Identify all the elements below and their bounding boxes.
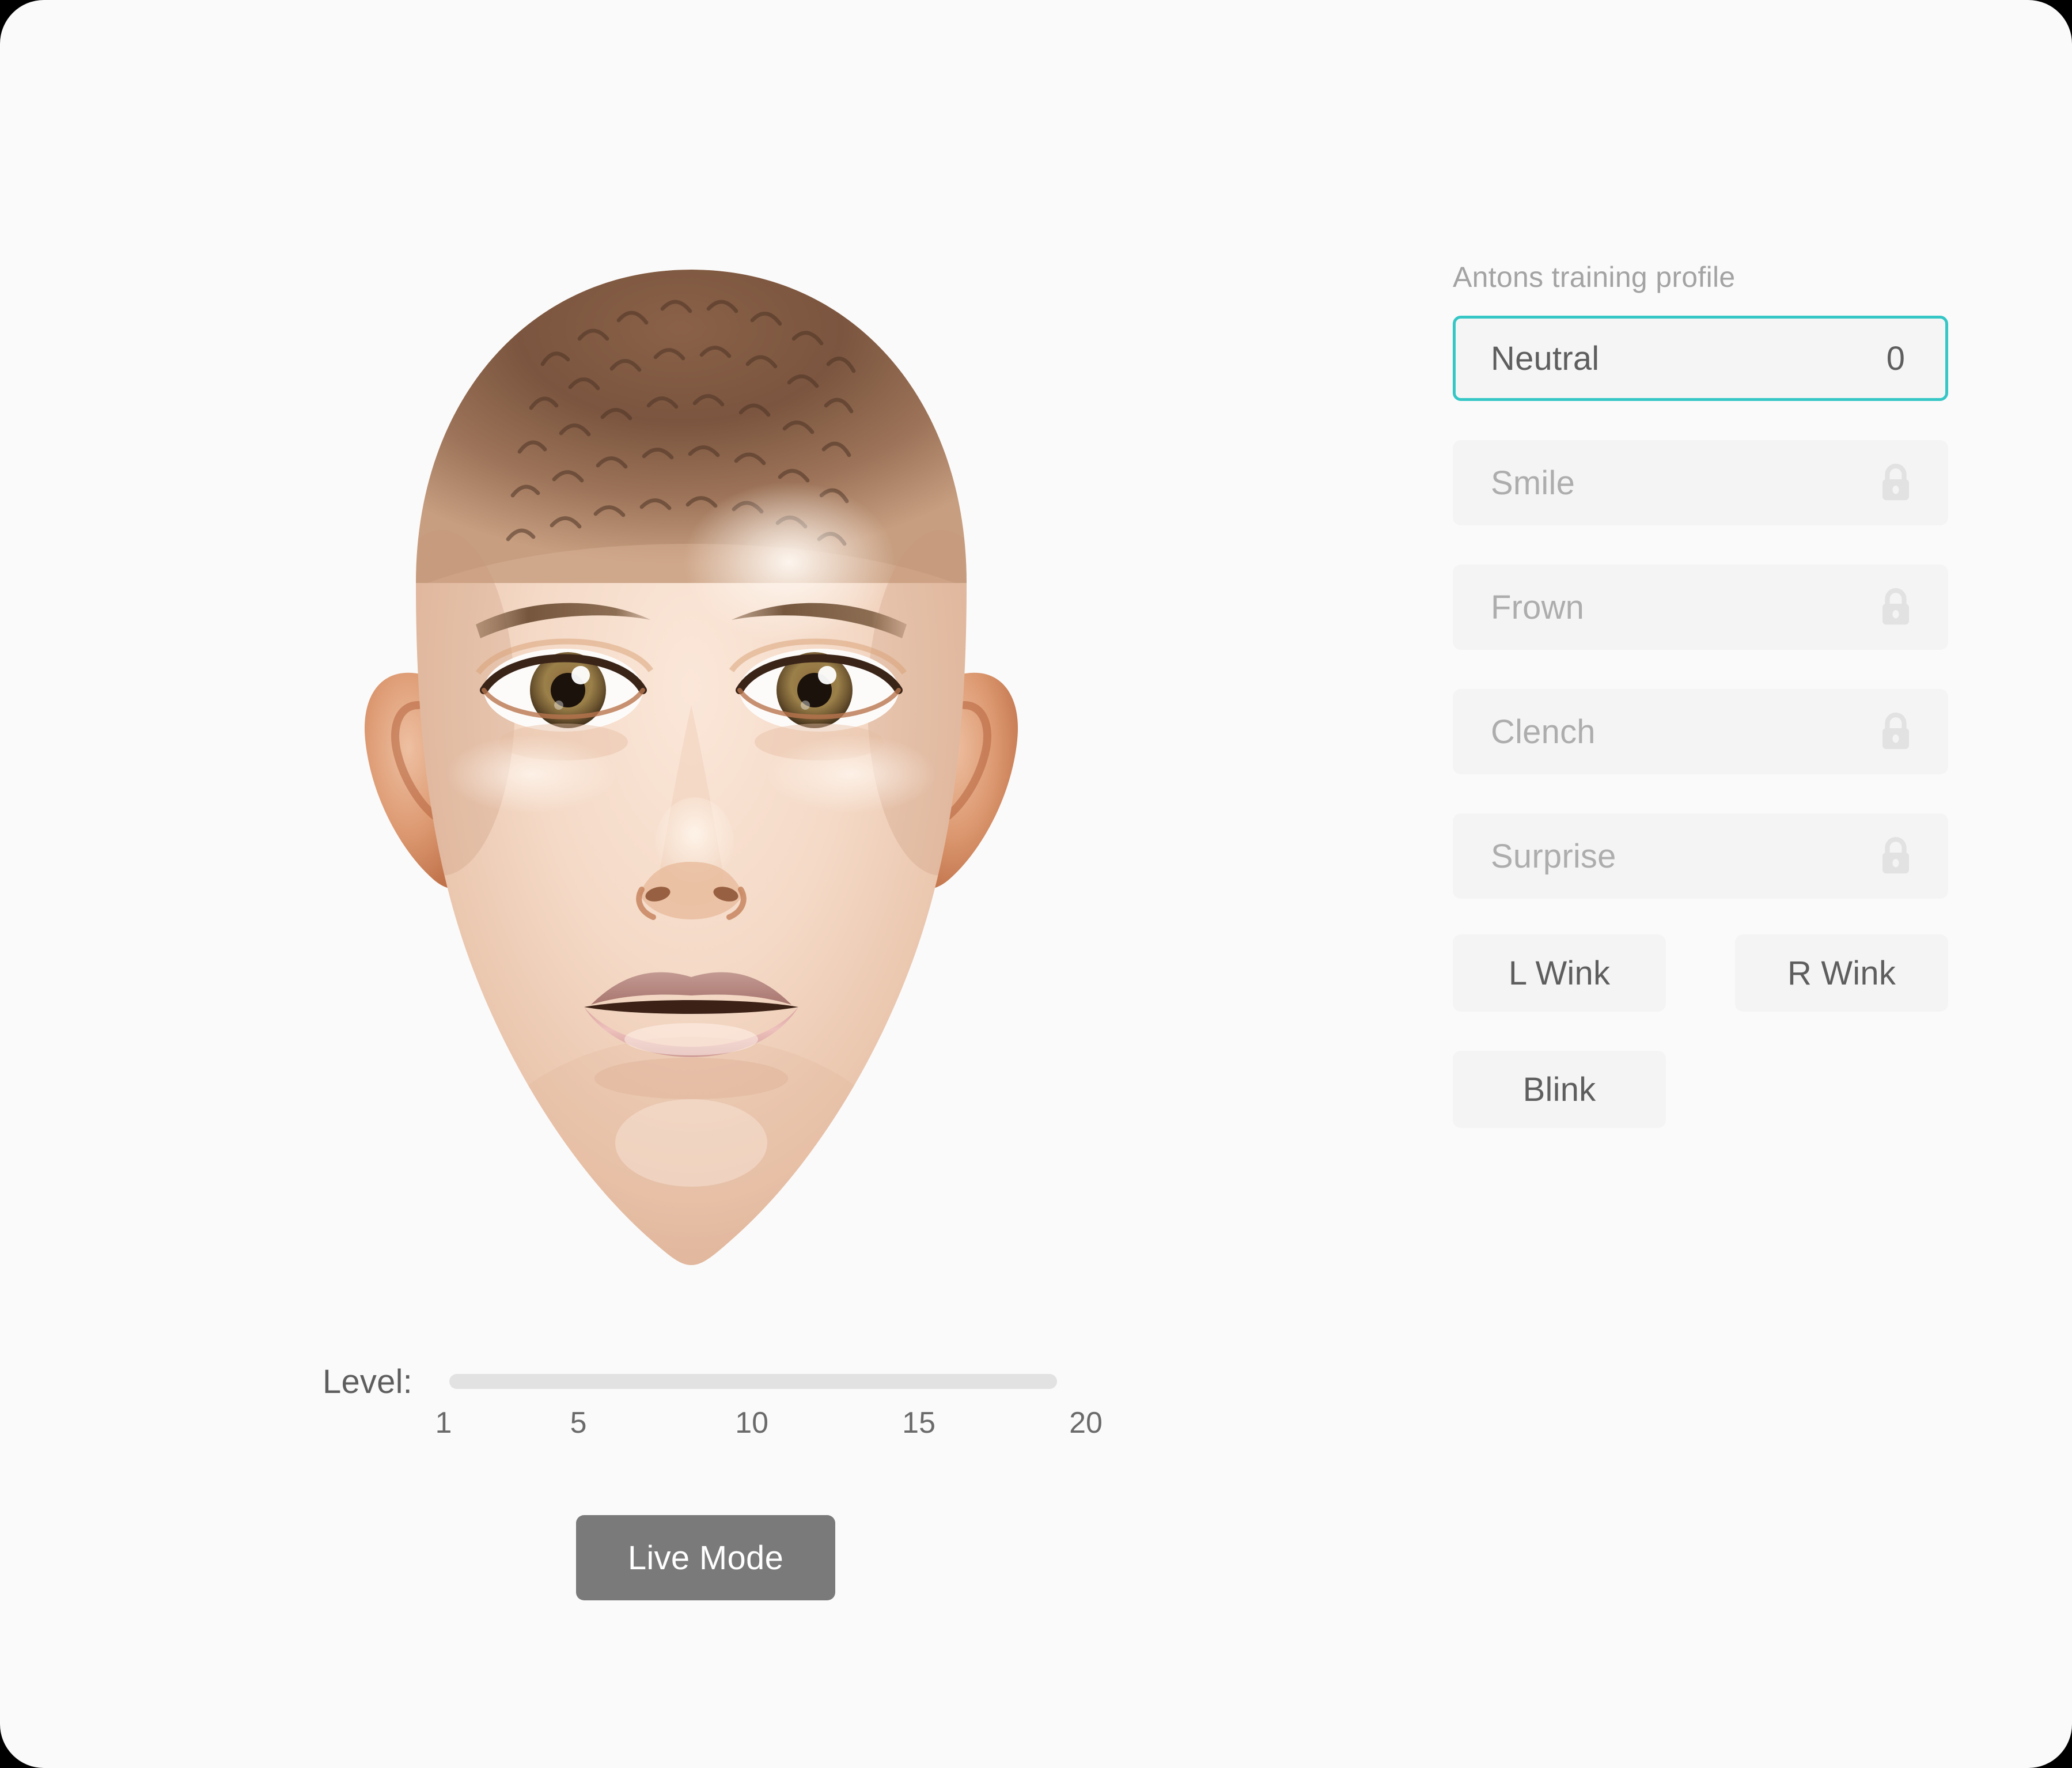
- level-tick-1: 1: [435, 1406, 452, 1440]
- expression-list: Neutral 0 Smile Frown Clench Surprise: [1453, 316, 1948, 899]
- training-profile-panel: Antons training profile Neutral 0 Smile Fro…: [1453, 260, 1948, 1130]
- level-tick-labels: 1 5 10 15 20: [435, 1406, 1103, 1446]
- expression-row-frown[interactable]: Frown: [1453, 565, 1948, 650]
- expression-label: Frown: [1491, 588, 1585, 626]
- level-tick-20: 20: [1069, 1406, 1103, 1440]
- level-tick-15: 15: [902, 1406, 936, 1440]
- level-slider[interactable]: [449, 1374, 1057, 1389]
- live-mode-button[interactable]: Live Mode: [576, 1515, 835, 1600]
- expression-label: Surprise: [1491, 837, 1616, 875]
- level-label: Level:: [323, 1362, 412, 1400]
- expression-row-smile[interactable]: Smile: [1453, 440, 1948, 525]
- r-wink-button[interactable]: R Wink: [1735, 934, 1948, 1012]
- expression-row-neutral[interactable]: Neutral 0: [1453, 316, 1948, 401]
- level-tick-10: 10: [735, 1406, 769, 1440]
- expression-label: Neutral: [1491, 339, 1600, 377]
- expression-label: Smile: [1491, 464, 1575, 502]
- expression-row-surprise[interactable]: Surprise: [1453, 813, 1948, 899]
- level-slider-row: Level:: [323, 1362, 1083, 1400]
- mouth: [584, 972, 798, 1099]
- level-tick-5: 5: [570, 1406, 587, 1440]
- action-button-grid: L Wink R Wink Blink: [1453, 934, 1948, 1130]
- expression-label: Clench: [1491, 713, 1596, 751]
- l-wink-button[interactable]: L Wink: [1453, 934, 1666, 1012]
- avatar-stage: Level: 1 5 10 15 20 Live Mode: [0, 0, 1382, 1768]
- expression-value: 0: [1886, 339, 1905, 377]
- blink-button[interactable]: Blink: [1453, 1051, 1666, 1128]
- training-profile-title: Antons training profile: [1453, 261, 1736, 293]
- expression-row-clench[interactable]: Clench: [1453, 689, 1948, 774]
- app-window: Level: 1 5 10 15 20 Live Mode Antons trainin…: [0, 0, 2072, 1768]
- face-avatar: [305, 253, 1077, 1331]
